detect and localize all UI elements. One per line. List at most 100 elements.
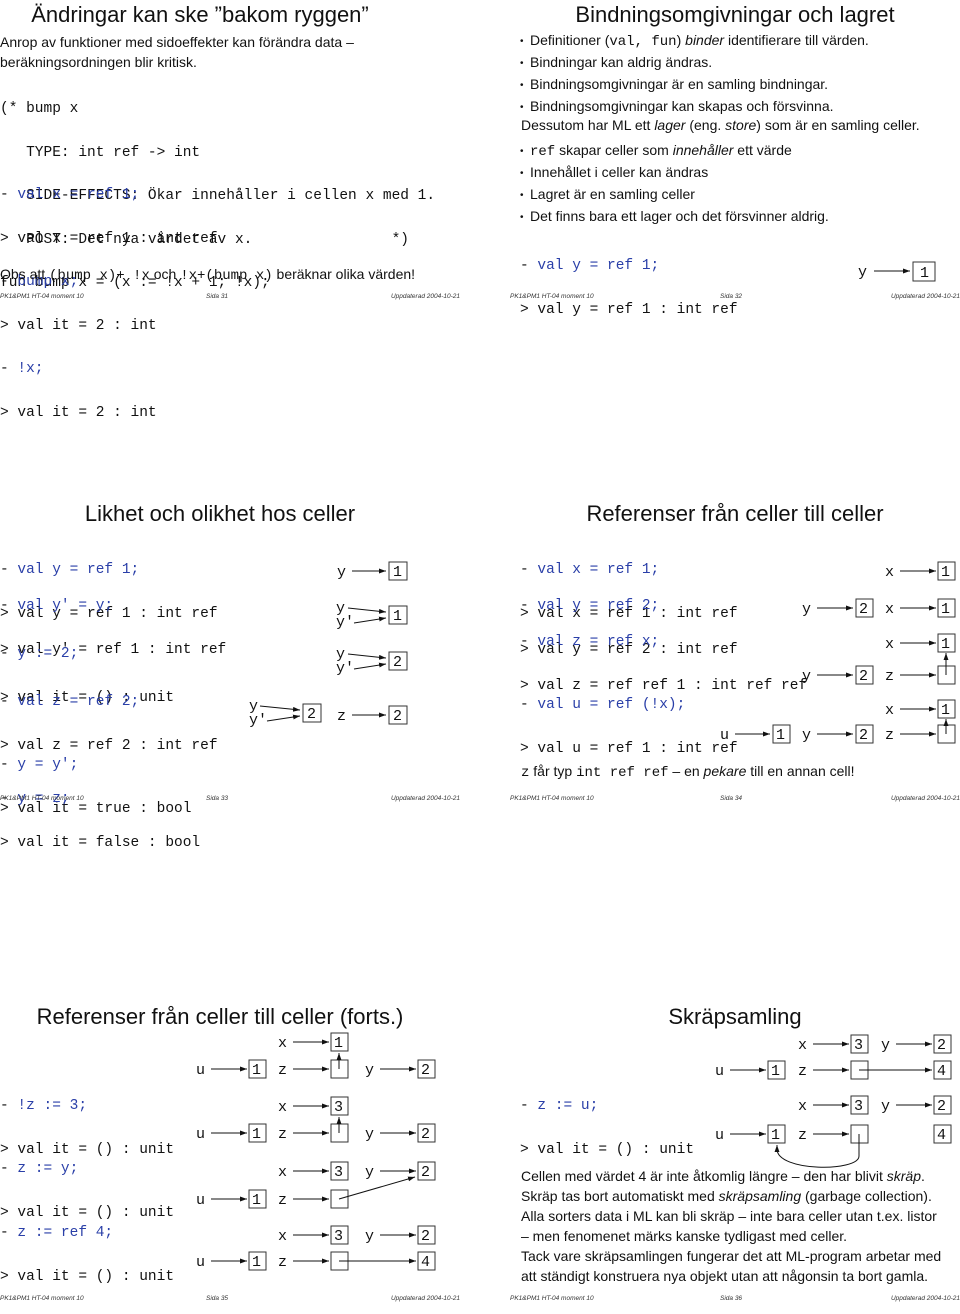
cell-value: 3: [334, 1164, 343, 1181]
arrow: [347, 653, 387, 660]
footer-page: Sida 36: [720, 1295, 743, 1302]
cell-diagram: y 1: [858, 261, 936, 282]
var-label: y: [802, 668, 811, 685]
var-label: u: [196, 1192, 205, 1209]
var-label: z: [278, 1062, 287, 1079]
repl-input-line: - val x = ref 1;: [0, 187, 140, 203]
var-label: x: [885, 702, 894, 719]
footer-page: Sida 31: [206, 293, 229, 300]
repl-input-line: - y := 2;: [0, 646, 79, 662]
bullet-item: Bindningsomgivningar är en samling bindn…: [520, 74, 869, 96]
bullet-item: Det finns bara ett lager och det försvin…: [520, 206, 829, 228]
cell-value: 2: [307, 706, 316, 723]
var-label: z: [885, 668, 894, 685]
footer-page: Sida 33: [206, 795, 229, 802]
var-label: x: [885, 636, 894, 653]
cell-value: 3: [854, 1098, 863, 1115]
bullet-item: Innehållet i celler kan ändras: [520, 162, 829, 184]
cell-value: 2: [859, 727, 868, 744]
paragraph-line: Cellen med värdet 4 är inte åtkomlig län…: [521, 1168, 925, 1184]
diagram-step-3: x 3 y 2 u 1 z: [196, 1161, 436, 1209]
paragraph-line: Alla sorters data i ML kan bli skräp – i…: [521, 1208, 937, 1224]
diagram-step-2: y y' 1: [336, 600, 408, 631]
slide-title: Skräpsamling: [668, 1004, 802, 1029]
cell-value: 2: [859, 601, 868, 618]
repl-input-line: - !z := 3;: [0, 1098, 88, 1114]
var-label: y: [881, 1098, 890, 1115]
bullet-list: Definitioner (val, fun) binder identifie…: [520, 30, 869, 118]
repl-output-line: > val it = 2 : int: [0, 404, 157, 421]
cell-value: 2: [859, 668, 868, 685]
slide-35: Referenser från celler till celler (fort…: [0, 998, 480, 1308]
cell-value: 3: [334, 1099, 343, 1116]
var-label: z: [278, 1126, 287, 1143]
arrow: [347, 607, 387, 614]
slide-36: Skräpsamling - z := u; > val it = () : u…: [510, 998, 960, 1308]
var-label: x: [798, 1098, 807, 1115]
diagram-step-1: x 1 u 1 z y 2: [196, 1032, 436, 1079]
cell-value: 1: [920, 265, 929, 282]
footer-updated: Uppdaterad 2004-10-21: [890, 1295, 960, 1302]
var-label: z: [278, 1192, 287, 1209]
cell-value: 2: [421, 1126, 430, 1143]
diagram-step-4: x 3 y 2 u 1 z 4: [196, 1225, 436, 1271]
arrow: [259, 705, 301, 712]
slide-33: Likhet och olikhet hos celler - val y = …: [0, 498, 480, 850]
cell-value: 1: [252, 1254, 261, 1271]
bullet-item: Lagret är en samling celler: [520, 184, 829, 206]
var-label: z: [798, 1127, 807, 1144]
diagram-step-before: x 3 y 2 u 1 z 4: [715, 1034, 952, 1080]
arrow: [353, 616, 387, 624]
footer-course: PK1&PM1 HT-04 moment 10: [510, 795, 594, 802]
cell-value: 1: [776, 727, 785, 744]
var-label: x: [798, 1037, 807, 1054]
repl-output-line: > val it = 2 : int: [0, 317, 157, 334]
arrow: [266, 714, 301, 722]
var-label: x: [278, 1035, 287, 1052]
var-label: y: [337, 564, 346, 581]
var-label: x: [885, 564, 894, 581]
paragraph-line: Tack vare skräpsamlingen fungerar det at…: [521, 1248, 942, 1264]
garbage-cell-value: 4: [937, 1127, 946, 1144]
var-label: y': [249, 712, 267, 729]
var-label: y: [365, 1228, 374, 1245]
cell-value: 2: [393, 654, 402, 671]
footer-updated: Uppdaterad 2004-10-21: [390, 795, 460, 802]
var-label: u: [720, 727, 729, 744]
cell-value: 1: [334, 1035, 343, 1052]
var-label: y: [802, 727, 811, 744]
slide-31: Ändringar kan ske ”bakom ryggen” Anrop a…: [0, 0, 480, 420]
var-label: z: [278, 1254, 287, 1271]
slide-34: Referenser från celler till celler - val…: [510, 498, 960, 808]
paragraph-line: Skräp tas bort automatiskt med skräpsaml…: [521, 1188, 932, 1204]
cell-value: 1: [252, 1062, 261, 1079]
bullet-item: Definitioner (val, fun) binder identifie…: [520, 30, 869, 52]
slide-title: Referenser från celler till celler: [586, 501, 884, 526]
diagram-step-1: x 1: [885, 561, 956, 581]
var-label: x: [885, 601, 894, 618]
cell-value: 2: [421, 1164, 430, 1181]
cell-value: 1: [771, 1127, 780, 1144]
pointer-arrow: [774, 1134, 860, 1168]
cell-value: 1: [941, 564, 950, 581]
var-label: x: [278, 1099, 287, 1116]
repl-output-line: > val y = ref 1 : int ref: [520, 301, 738, 318]
diagram-step-3: x 1 y 2 z: [802, 633, 956, 685]
repl-group: - y = z; > val it = false : bool: [0, 763, 200, 879]
footer-updated: Uppdaterad 2004-10-21: [890, 795, 960, 802]
cell-value: 1: [393, 608, 402, 625]
paragraph-line: att ständigt konstruera nya objekt utan …: [521, 1268, 929, 1284]
cell-value: 1: [393, 564, 402, 581]
slide-title: Referenser från celler till celler (fort…: [36, 1004, 404, 1029]
repl-output-line: > val it = () : unit: [0, 1268, 175, 1285]
cell-value: 1: [252, 1192, 261, 1209]
repl-output-line: > val it = () : unit: [520, 1141, 695, 1158]
cell-value: 1: [941, 702, 950, 719]
footer-course: PK1&PM1 HT-04 moment 10: [0, 293, 84, 300]
repl-output-line: > val x = ref 1 : int ref: [0, 230, 218, 247]
observation-note: Obs att (bump x)+ !x och !x+(bump x) ber…: [0, 266, 416, 284]
slide-title: Bindningsomgivningar och lagret: [575, 2, 895, 27]
slide-32: Bindningsomgivningar och lagret Definiti…: [510, 0, 960, 317]
arrow: [353, 662, 387, 670]
repl-session: - val x = ref 1; > val x = ref 1 : int r…: [0, 159, 218, 449]
